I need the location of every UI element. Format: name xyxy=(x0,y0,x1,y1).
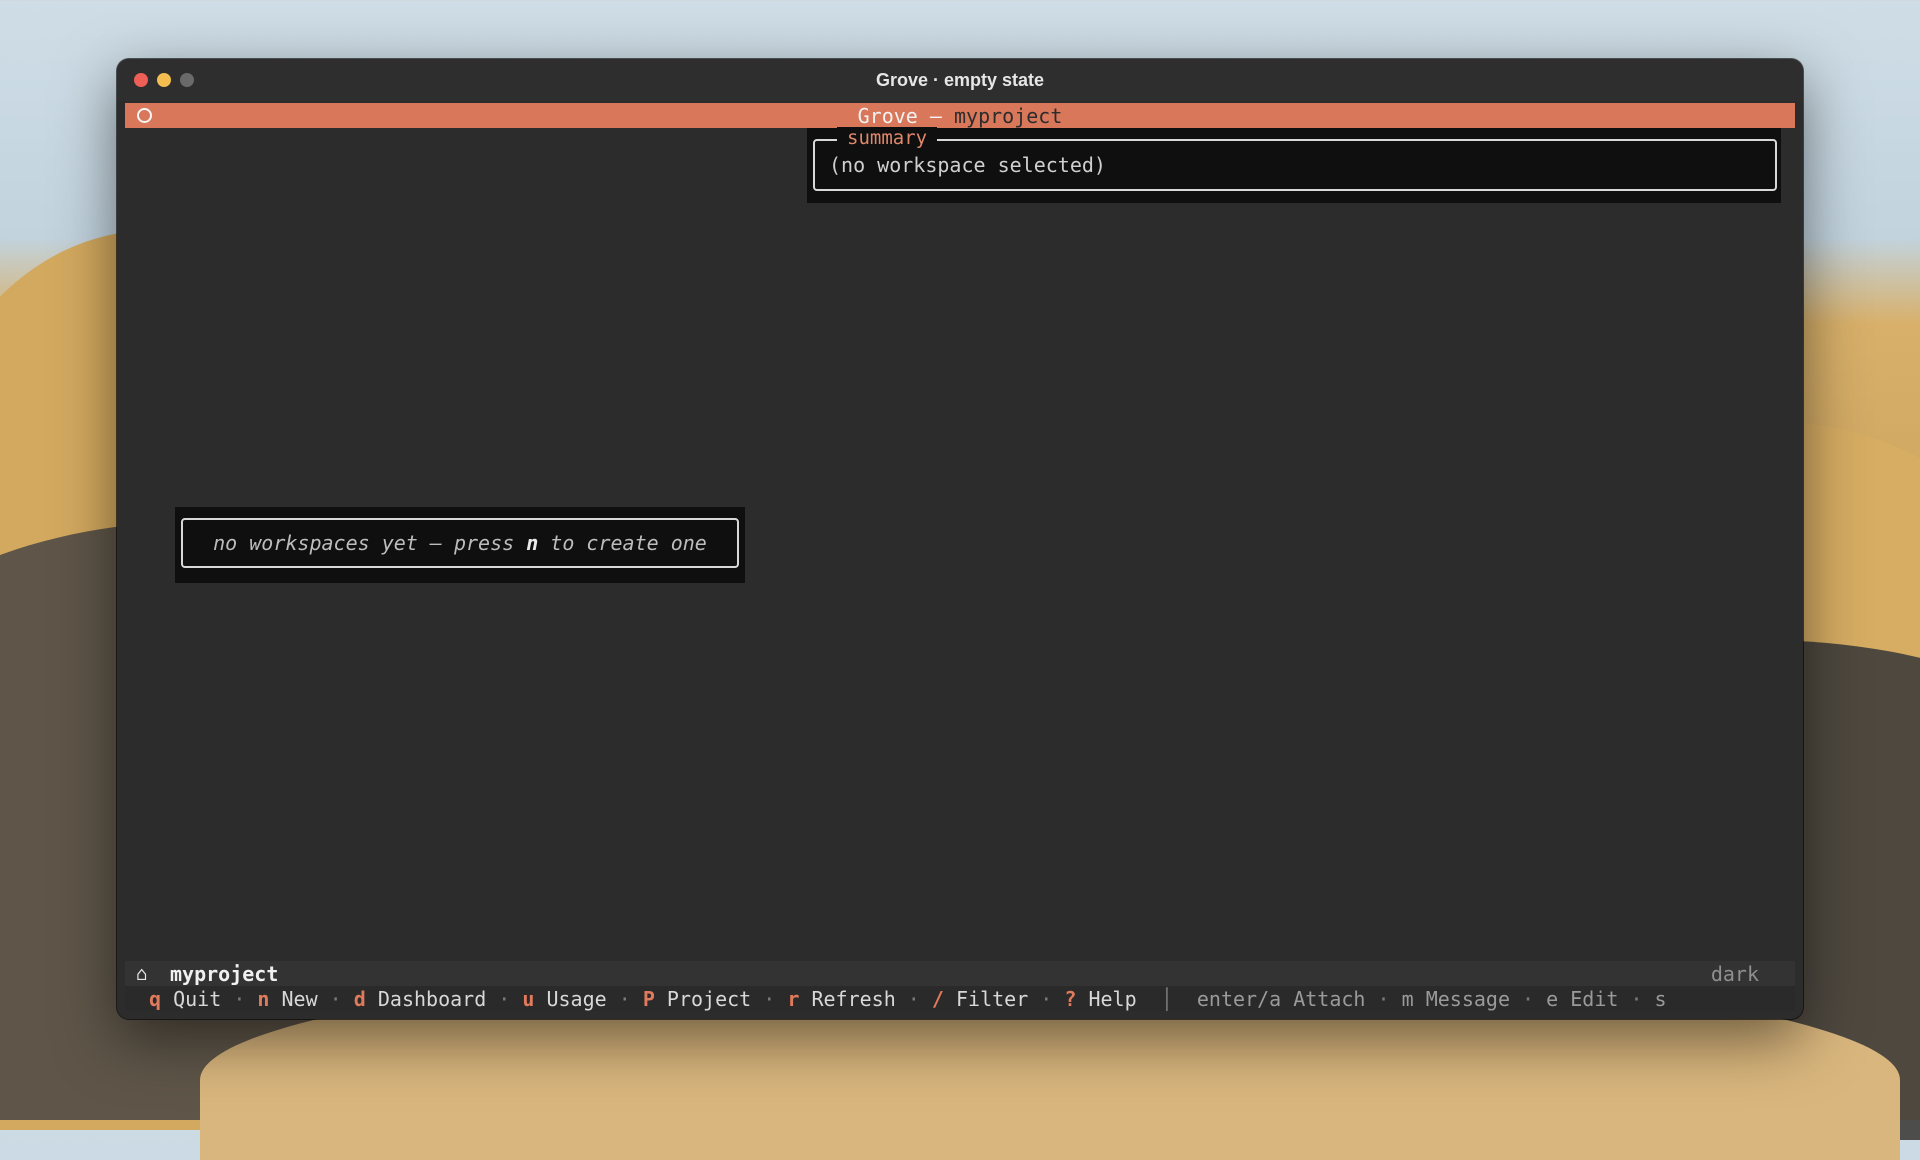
shortcut-label-attach[interactable]: Attach xyxy=(1293,987,1365,1011)
status-bar: ⌂ myproject dark q Quit · n New · d Dash… xyxy=(125,961,1795,1011)
shortcut-key-project[interactable]: P xyxy=(643,987,655,1011)
empty-state-key: n xyxy=(526,531,539,555)
empty-state-suffix: to create one xyxy=(538,531,707,555)
shortcut-label-edit[interactable]: Edit xyxy=(1570,987,1618,1011)
shortcut-key-dashboard[interactable]: d xyxy=(354,987,366,1011)
header-project-name: myproject xyxy=(953,104,1063,128)
window-titlebar: Grove · empty state xyxy=(117,59,1803,101)
status-project-row: ⌂ myproject dark xyxy=(125,961,1795,986)
summary-box: summary (no workspace selected) xyxy=(813,127,1777,191)
header-app-name: Grove xyxy=(857,104,918,128)
status-project-name: myproject xyxy=(170,962,279,986)
summary-label: summary xyxy=(837,127,938,149)
shortcut-bar: q Quit · n New · d Dashboard · u Usage ·… xyxy=(149,987,1667,1011)
shortcut-label-new[interactable]: New xyxy=(282,987,318,1011)
shortcut-key-help[interactable]: ? xyxy=(1064,987,1076,1011)
shortcut-key-usage[interactable]: u xyxy=(522,987,534,1011)
terminal-window: Grove · empty state Grove — myproject su… xyxy=(117,59,1803,1019)
window-title: Grove · empty state xyxy=(875,70,1045,90)
shortcut-key-refresh[interactable]: r xyxy=(787,987,799,1011)
home-icon: ⌂ xyxy=(136,963,148,985)
empty-state-prefix: no workspaces yet — press xyxy=(213,531,527,555)
shortcut-key-s[interactable]: s xyxy=(1655,987,1667,1011)
shortcut-key-edit[interactable]: e xyxy=(1546,987,1558,1011)
empty-state-panel: no workspaces yet — press n to create on… xyxy=(175,507,745,583)
shortcut-label-usage[interactable]: Usage xyxy=(546,987,606,1011)
shortcut-label-quit[interactable]: Quit xyxy=(173,987,221,1011)
shortcut-label-dashboard[interactable]: Dashboard xyxy=(378,987,486,1011)
empty-state-box: no workspaces yet — press n to create on… xyxy=(181,518,739,568)
status-theme[interactable]: dark xyxy=(1711,962,1759,986)
shortcut-divider: │ xyxy=(1160,987,1173,1011)
shortcut-key-message[interactable]: m xyxy=(1402,987,1414,1011)
shortcut-label-filter[interactable]: Filter xyxy=(956,987,1028,1011)
shortcut-label-project[interactable]: Project xyxy=(667,987,751,1011)
shortcut-label-message[interactable]: Message xyxy=(1426,987,1510,1011)
shortcut-label-refresh[interactable]: Refresh xyxy=(811,987,895,1011)
shortcut-key-filter[interactable]: / xyxy=(932,987,944,1011)
shortcut-label-help[interactable]: Help xyxy=(1088,987,1136,1011)
summary-value: (no workspace selected) xyxy=(829,153,1106,177)
shortcut-key-attach[interactable]: enter/a xyxy=(1197,987,1281,1011)
header-title: Grove — myproject xyxy=(125,104,1795,128)
header-dash: — xyxy=(917,104,954,128)
app-header: Grove — myproject xyxy=(125,103,1795,128)
shortcut-key-new[interactable]: n xyxy=(257,987,269,1011)
empty-state-message: no workspaces yet — press n to create on… xyxy=(183,531,737,555)
shortcut-key-quit[interactable]: q xyxy=(149,987,161,1011)
summary-panel: summary (no workspace selected) xyxy=(807,127,1781,203)
